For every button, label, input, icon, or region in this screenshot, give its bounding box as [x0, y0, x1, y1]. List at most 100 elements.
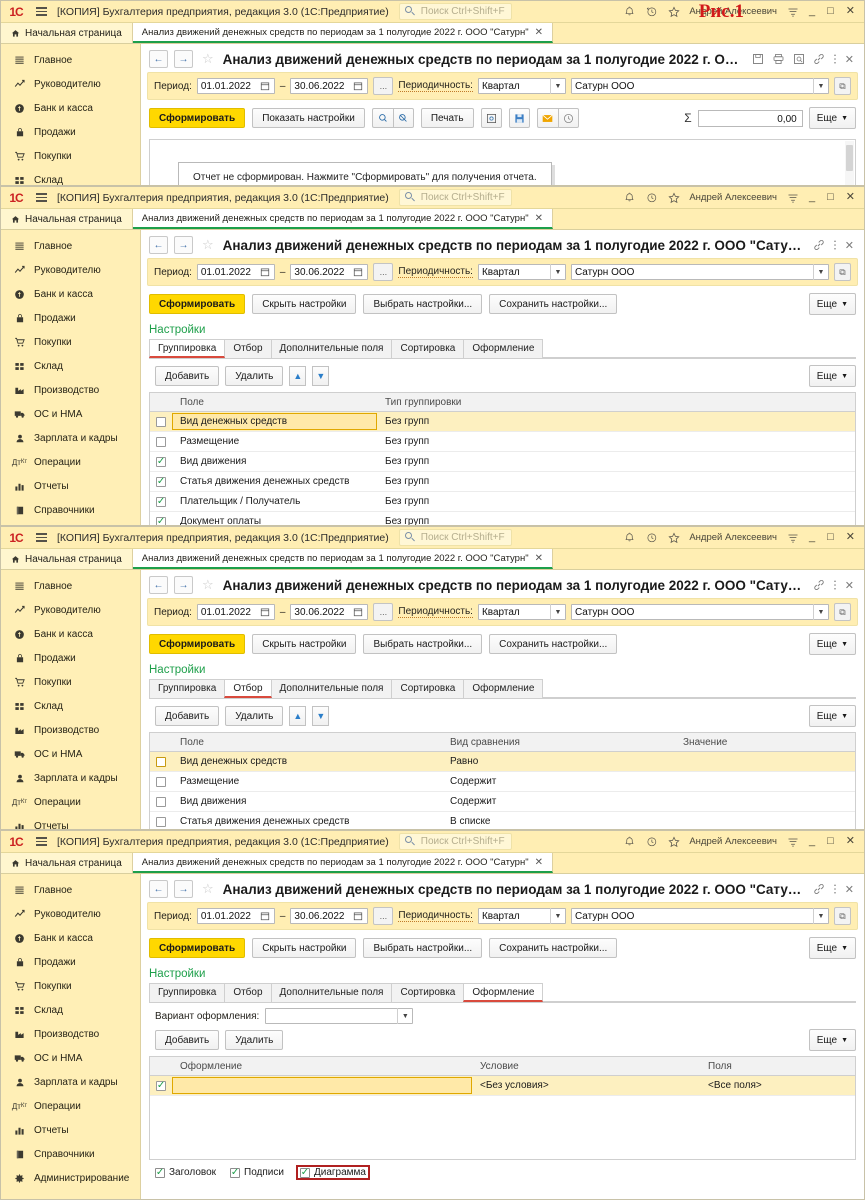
maximize-button[interactable]: □	[827, 532, 834, 543]
checkbox-box[interactable]	[299, 1167, 310, 1178]
sidebar-item-payroll[interactable]: Зарплата и кадры	[1, 1070, 140, 1094]
sidebar-item-payroll[interactable]: Зарплата и кадры	[1, 766, 140, 790]
more-menu-icon[interactable]	[833, 53, 837, 65]
generate-button[interactable]: Сформировать	[149, 108, 246, 128]
user-name[interactable]: Андрей Алексеевич	[689, 192, 777, 203]
user-name[interactable]: Андрей Алексеевич	[689, 532, 777, 543]
periodicity-value[interactable]	[481, 80, 550, 92]
organization-select[interactable]: ▼	[570, 604, 829, 620]
checkbox-header[interactable]: Заголовок	[153, 1166, 218, 1179]
date-from-value[interactable]	[200, 266, 260, 278]
schedule-button[interactable]	[557, 108, 579, 128]
back-button[interactable]: ←	[149, 236, 168, 254]
minimize-button[interactable]: _	[809, 532, 815, 543]
options-icon[interactable]	[786, 191, 799, 204]
options-icon[interactable]	[786, 5, 799, 18]
minimize-button[interactable]: _	[809, 836, 815, 847]
main-menu-icon[interactable]	[31, 837, 51, 846]
calendar-icon[interactable]	[260, 81, 271, 92]
save-icon[interactable]	[752, 53, 764, 65]
more-button[interactable]: Еще ▼	[808, 937, 856, 959]
minimize-button[interactable]: _	[809, 192, 815, 203]
tab-home[interactable]: Начальная страница	[1, 23, 133, 43]
calendar-icon[interactable]	[353, 911, 364, 922]
date-to-value[interactable]	[294, 910, 354, 922]
tab-sorting[interactable]: Сортировка	[391, 339, 465, 358]
save-settings-button[interactable]: Сохранить настройки...	[489, 938, 618, 958]
organization-select[interactable]: ▼	[570, 78, 829, 94]
tab-sorting[interactable]: Сортировка	[391, 679, 465, 698]
periodicity-select[interactable]: ▼	[477, 908, 566, 924]
history-clock-icon[interactable]	[645, 531, 658, 544]
tab-grouping[interactable]: Группировка	[149, 983, 226, 1002]
tab-filter[interactable]: Отбор	[224, 983, 272, 1002]
move-down-button[interactable]: ▼	[312, 706, 330, 726]
link-icon[interactable]	[813, 579, 825, 591]
main-menu-icon[interactable]	[31, 193, 51, 202]
remove-button[interactable]: Удалить	[225, 366, 284, 386]
send-email-button[interactable]	[536, 108, 558, 128]
forward-button[interactable]: →	[174, 880, 193, 898]
sidebar-item-bank[interactable]: Банк и касса	[1, 926, 140, 950]
sidebar-item-sales[interactable]: Продажи	[1, 120, 140, 144]
date-from-value[interactable]	[200, 606, 260, 618]
sidebar-item-sales[interactable]: Продажи	[1, 950, 140, 974]
sidebar-item-fixed-assets[interactable]: ОС и НМА	[1, 402, 140, 426]
periodicity-value[interactable]	[481, 606, 550, 618]
tab-appearance[interactable]: Оформление	[463, 983, 544, 1002]
grid-more-button[interactable]: Еще ▼	[808, 1029, 856, 1051]
table-row[interactable]: Вид движения Содержит	[150, 792, 855, 812]
sidebar-item-warehouse[interactable]: Склад	[1, 694, 140, 718]
tab-close-icon[interactable]: ✕	[535, 27, 543, 38]
sidebar-item-main[interactable]: Главное	[1, 48, 140, 72]
organization-value[interactable]	[574, 606, 813, 618]
tab-additional-fields[interactable]: Дополнительные поля	[270, 339, 393, 358]
search-input[interactable]: Поиск Ctrl+Shift+F	[398, 3, 513, 20]
sidebar-item-operations[interactable]: Дт Кт Операции	[1, 790, 140, 814]
calendar-icon[interactable]	[260, 267, 271, 278]
sidebar-item-catalogs[interactable]: Справочники	[1, 1142, 140, 1166]
favorites-star-icon[interactable]	[667, 5, 680, 18]
sidebar-item-operations[interactable]: Дт Кт Операции	[1, 450, 140, 474]
table-row[interactable]: Вид денежных средств Без групп	[150, 412, 855, 432]
tab-filter[interactable]: Отбор	[224, 339, 272, 358]
open-organization-button[interactable]: ⧉	[834, 907, 851, 925]
print-button[interactable]: Печать	[420, 108, 474, 128]
table-row[interactable]: <Без условия> <Все поля>	[150, 1076, 855, 1096]
options-icon[interactable]	[786, 531, 799, 544]
table-row[interactable]: Размещение Без групп	[150, 432, 855, 452]
table-row[interactable]: Вид движения Без групп	[150, 452, 855, 472]
date-to-input[interactable]	[290, 604, 369, 620]
organization-value[interactable]	[574, 80, 813, 92]
back-button[interactable]: ←	[149, 50, 168, 68]
checkbox-box[interactable]	[230, 1167, 241, 1178]
history-clock-icon[interactable]	[645, 5, 658, 18]
date-to-input[interactable]	[290, 78, 369, 94]
sidebar-item-warehouse[interactable]: Склад	[1, 998, 140, 1022]
date-from-input[interactable]	[196, 604, 275, 620]
tab-additional-fields[interactable]: Дополнительные поля	[270, 983, 393, 1002]
sidebar-item-production[interactable]: Производство	[1, 378, 140, 402]
sidebar-item-fixed-assets[interactable]: ОС и НМА	[1, 742, 140, 766]
row-checkbox[interactable]	[156, 776, 166, 787]
periodicity-select[interactable]: ▼	[477, 264, 566, 280]
choose-settings-button[interactable]: Выбрать настройки...	[363, 938, 483, 958]
appearance-variant-select[interactable]: ▼	[265, 1008, 414, 1024]
tab-appearance[interactable]: Оформление	[463, 339, 544, 358]
hide-settings-button[interactable]: Скрыть настройки	[252, 294, 357, 314]
scrollbar-thumb[interactable]	[846, 145, 853, 171]
favorites-star-icon[interactable]	[667, 835, 680, 848]
history-clock-icon[interactable]	[645, 835, 658, 848]
close-document-icon[interactable]: ✕	[845, 579, 854, 592]
periodicity-value[interactable]	[481, 266, 550, 278]
date-to-value[interactable]	[294, 80, 354, 92]
table-row[interactable]: Вид денежных средств Равно	[150, 752, 855, 772]
user-name[interactable]: Андрей Алексеевич	[689, 836, 777, 847]
save-button[interactable]	[508, 108, 530, 128]
maximize-button[interactable]: □	[827, 6, 834, 17]
sidebar-item-warehouse[interactable]: Склад	[1, 168, 140, 185]
checkbox-captions[interactable]: Подписи	[228, 1166, 286, 1179]
forward-button[interactable]: →	[174, 236, 193, 254]
tab-home[interactable]: Начальная страница	[1, 549, 133, 569]
chevron-down-icon[interactable]: ▼	[549, 604, 565, 620]
